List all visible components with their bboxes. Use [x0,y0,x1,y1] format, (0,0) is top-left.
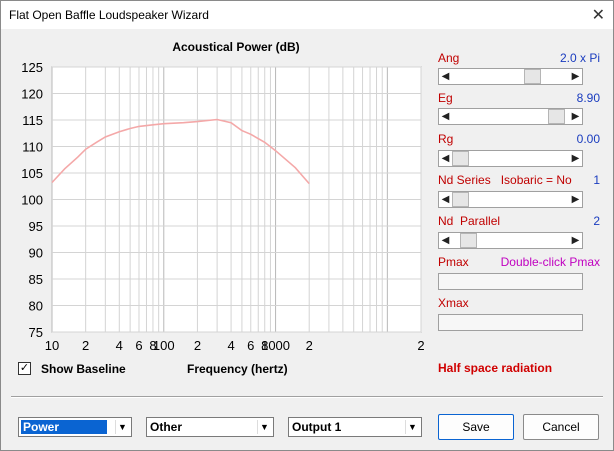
slider-thumb[interactable] [452,192,469,207]
output-channel-select[interactable]: Output 1 ▼ [288,417,422,437]
xmax-slider [438,314,583,331]
ang-label: Ang [438,51,460,65]
scroll-right-icon[interactable]: ▶ [569,69,582,84]
slider-thumb[interactable] [452,151,469,166]
y-tick-label: 95 [29,219,43,234]
y-tick-label: 120 [21,87,43,102]
y-tick-label: 75 [29,325,43,340]
nd-series-slider[interactable]: ◀ ▶ [438,191,583,208]
scroll-left-icon[interactable]: ◀ [439,192,452,207]
x-tick-label: 2 [194,338,201,353]
slider-thumb[interactable] [548,109,565,124]
nd-series-label: Nd Series Isobaric = No [438,173,572,187]
rg-value: 0.00 [576,132,600,146]
y-tick-label: 80 [29,299,43,314]
x-tick-label: 2 [417,338,424,353]
divider [11,396,603,398]
y-tick-label: 125 [21,60,43,75]
x-tick-label: 1000 [261,338,290,353]
nd-series-value: 1 [593,173,600,187]
rg-slider[interactable]: ◀ ▶ [438,150,583,167]
y-tick-label: 115 [22,113,43,128]
xmax-label: Xmax [438,296,469,310]
nd-parallel-slider[interactable]: ◀ ▶ [438,232,583,249]
nd-parallel-label: Nd Parallel [438,214,501,228]
chart-title: Acoustical Power (dB) [172,40,300,54]
x-tick-label: 10 [45,338,59,353]
wizard-window: Flat Open Baffle Loudspeaker Wizard ✕ Ac… [0,0,614,451]
scroll-left-icon[interactable]: ◀ [439,233,452,248]
x-tick-label: 2 [306,338,313,353]
y-tick-label: 90 [29,246,43,261]
chevron-down-icon[interactable]: ▼ [405,420,419,434]
output-channel-value: Output 1 [292,420,342,434]
scroll-left-icon[interactable]: ◀ [439,151,452,166]
y-tick-label: 110 [22,140,43,155]
y-tick-label: 85 [29,272,43,287]
power-chart: 125120115110105100959085807510 2 4 6 8100 2 4 6… [21,60,424,353]
output-type-select[interactable]: Power ▼ [18,417,132,437]
pmax-value[interactable]: Double-click Pmax [501,255,600,269]
nd-parallel-value: 2 [593,214,600,228]
cancel-button[interactable]: Cancel [523,414,599,440]
x-tick-label: 6 [135,338,142,353]
ang-value: 2.0 x Pi [559,51,600,65]
x-tick-label: 2 [82,338,89,353]
rg-label: Rg [438,132,454,146]
y-tick-label: 105 [21,166,43,181]
x-tick-label: 6 [247,338,254,353]
x-tick-label: 4 [116,338,123,353]
pmax-label: Pmax [438,255,469,269]
y-tick-label: 100 [21,193,43,208]
show-baseline-label[interactable]: Show Baseline [41,362,126,376]
output-type-value: Power [21,420,107,434]
close-icon[interactable]: ✕ [592,5,605,25]
eg-value: 8.90 [576,91,600,105]
title-bar: Flat Open Baffle Loudspeaker Wizard ✕ [1,1,613,29]
chevron-down-icon[interactable]: ▼ [257,420,271,434]
window-title: Flat Open Baffle Loudspeaker Wizard [9,8,209,22]
other-value: Other [150,420,183,434]
scroll-left-icon[interactable]: ◀ [439,109,452,124]
half-space-status: Half space radiation [438,361,553,375]
slider-thumb[interactable] [460,233,477,248]
pmax-slider [438,273,583,290]
x-tick-label: 100 [153,338,175,353]
save-button[interactable]: Save [438,414,514,440]
scroll-right-icon[interactable]: ▶ [569,233,582,248]
scroll-right-icon[interactable]: ▶ [569,109,582,124]
ang-slider[interactable]: ◀ ▶ [438,68,583,85]
other-select[interactable]: Other ▼ [146,417,274,437]
eg-slider[interactable]: ◀ ▶ [438,108,583,125]
chevron-down-icon[interactable]: ▼ [115,420,129,434]
scroll-right-icon[interactable]: ▶ [569,192,582,207]
eg-label: Eg [438,91,453,105]
slider-thumb[interactable] [524,69,541,84]
show-baseline-checkbox[interactable]: ✓ [18,362,31,375]
x-axis-label: Frequency (hertz) [187,362,288,376]
scroll-right-icon[interactable]: ▶ [569,151,582,166]
x-tick-label: 4 [227,338,234,353]
scroll-left-icon[interactable]: ◀ [439,69,452,84]
